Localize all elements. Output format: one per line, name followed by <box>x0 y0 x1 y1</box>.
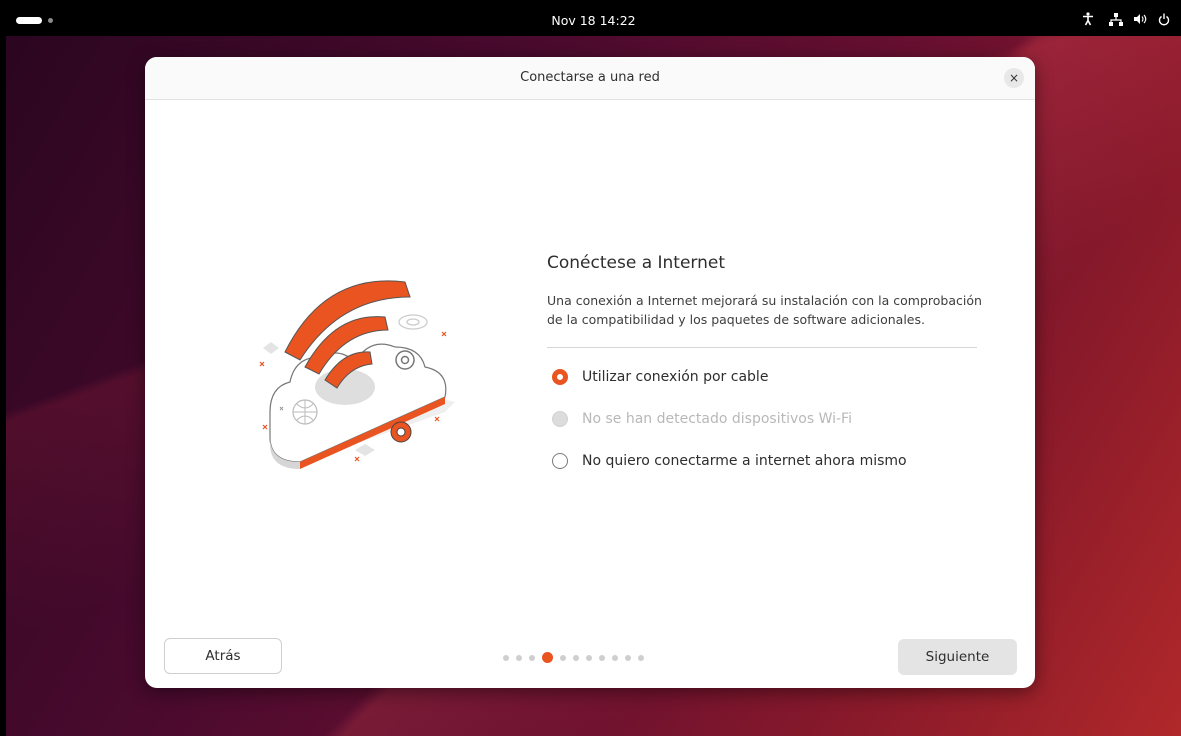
pager-dot <box>573 654 579 661</box>
clock[interactable]: Nov 18 14:22 <box>6 13 1181 28</box>
pager-dot <box>529 654 535 661</box>
page-description: Una conexión a Internet mejorará su inst… <box>547 293 982 327</box>
next-button[interactable]: Siguiente <box>898 639 1017 675</box>
system-tray[interactable] <box>1081 12 1171 30</box>
close-button[interactable]: × <box>1004 68 1024 88</box>
option-label: Utilizar conexión por cable <box>582 369 769 385</box>
option-no-internet[interactable]: No quiero conectarme a internet ahora mi… <box>547 450 987 472</box>
radio-selected-icon[interactable] <box>552 369 568 385</box>
page-indicator <box>503 652 644 663</box>
option-label: No quiero conectarme a internet ahora mi… <box>582 453 907 469</box>
option-wifi: No se han detectado dispositivos Wi-Fi <box>547 408 987 430</box>
dialog-title: Conectarse a una red <box>520 70 660 85</box>
pager-dot <box>586 654 592 661</box>
accessibility-icon[interactable] <box>1081 12 1095 30</box>
divider <box>547 347 977 348</box>
pager-dot <box>599 654 605 661</box>
option-label: No se han detectado dispositivos Wi-Fi <box>582 411 852 427</box>
radio-unselected-icon[interactable] <box>552 453 568 469</box>
top-bar: Nov 18 14:22 <box>6 6 1181 36</box>
gear-red-icon <box>390 421 412 443</box>
pager-dot <box>612 654 618 661</box>
network-wired-icon[interactable] <box>1109 12 1123 30</box>
radio-disabled-icon <box>552 411 568 427</box>
power-icon[interactable] <box>1157 13 1171 30</box>
network-illustration <box>245 262 475 472</box>
pager-dot <box>516 654 522 661</box>
pager-dot <box>503 654 509 661</box>
back-button[interactable]: Atrás <box>164 638 282 674</box>
pager-dot <box>625 654 631 661</box>
option-wired[interactable]: Utilizar conexión por cable <box>547 366 987 388</box>
connect-network-dialog: Conectarse a una red × Conéctese a Inter… <box>145 57 1035 688</box>
dialog-header: Conectarse a una red × <box>145 57 1035 100</box>
connection-content: Conéctese a Internet Una conexión a Inte… <box>547 253 987 492</box>
pager-dot-active <box>542 652 553 663</box>
target-icon <box>398 314 428 330</box>
page-heading: Conéctese a Internet <box>547 253 726 273</box>
volume-icon[interactable] <box>1133 13 1147 30</box>
pager-dot <box>638 654 644 661</box>
pager-dot <box>560 654 566 661</box>
